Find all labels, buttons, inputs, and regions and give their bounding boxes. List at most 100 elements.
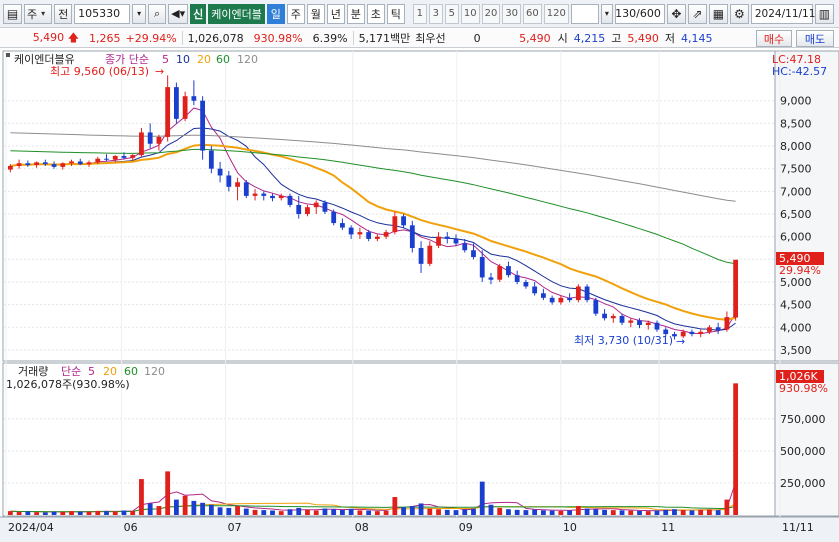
stock-chart[interactable]: 9,0008,5008,0007,5007,0006,5006,0005,500… (0, 49, 839, 542)
tool-icon[interactable]: ⇗ (687, 3, 707, 24)
interval-5[interactable]: 5 (444, 3, 459, 24)
candle-down (453, 238, 459, 244)
candle-down (208, 150, 214, 169)
custom-interval-input[interactable] (570, 3, 599, 24)
volume-bar (77, 511, 83, 515)
volume-bar (689, 510, 695, 515)
candle-down (270, 195, 275, 199)
panel-menu-icon[interactable] (6, 53, 10, 57)
volume-bar (619, 510, 625, 515)
market-select[interactable]: 주 ▾ (24, 3, 53, 24)
interval-10[interactable]: 10 (460, 3, 480, 24)
volume-bar (637, 510, 642, 515)
candle-down (523, 281, 529, 287)
volume-tag-pct: 930.98% (779, 382, 828, 395)
candle-down (418, 247, 424, 264)
candle-up (7, 165, 13, 170)
date-input[interactable]: 2024/11/11 (750, 3, 815, 24)
volume-bar (130, 511, 136, 515)
crosshair-icon[interactable]: ✥ (666, 3, 686, 24)
volume-bar (182, 495, 188, 515)
interval-60[interactable]: 60 (523, 3, 542, 24)
volume-bar (156, 506, 162, 515)
volume-bar (60, 511, 66, 515)
candle-down (401, 216, 406, 226)
grid-icon[interactable]: ▦ (708, 3, 728, 24)
period-week[interactable]: 주 (286, 3, 305, 24)
price-tick-label: 9,000 (780, 95, 812, 108)
candle-up (628, 320, 634, 323)
last-price: 5,490 (519, 31, 551, 45)
buy-button[interactable]: 매수 (756, 30, 792, 47)
candle-up (357, 232, 363, 235)
period-month[interactable]: 월 (306, 3, 325, 24)
candle-down (593, 300, 599, 314)
stock-code-input[interactable]: 105330 (74, 3, 131, 24)
volume-bar (663, 509, 669, 515)
volume-legend-ma-label: 단순 (61, 365, 81, 378)
candle-up (156, 136, 162, 144)
x-tick-label: 11/11 (782, 521, 814, 534)
interval-20[interactable]: 20 (481, 3, 501, 24)
high-value: 5,490 (627, 31, 659, 45)
period-tick[interactable]: 틱 (386, 3, 405, 24)
chart-type-icon[interactable]: ▤ (3, 3, 22, 24)
volume-bar (532, 509, 538, 515)
interval-30[interactable]: 30 (502, 3, 522, 24)
interval-120[interactable]: 120 (543, 3, 569, 24)
volume-bar (7, 511, 13, 515)
candle-down (77, 161, 83, 165)
volume-bar (235, 506, 240, 515)
price-tick-label: 5,000 (780, 276, 812, 289)
sell-button[interactable]: 매도 (796, 30, 834, 47)
period-year[interactable]: 년 (326, 3, 345, 24)
volume-bar (121, 510, 127, 515)
volume-bar (147, 503, 153, 515)
period-day[interactable]: 일 (266, 3, 285, 24)
candle-up (165, 87, 171, 137)
custom-interval-dropdown[interactable]: ▾ (600, 3, 613, 24)
volume-bar (34, 512, 39, 515)
candle-up (130, 155, 136, 158)
period-minute[interactable]: 분 (346, 3, 365, 24)
volume-bar (243, 508, 249, 515)
code-dropdown-button[interactable]: ▾ (132, 3, 147, 24)
volume-bar (112, 511, 118, 515)
volume-bar (200, 502, 206, 515)
interval-1[interactable]: 1 (412, 3, 427, 24)
low-value: 4,145 (681, 31, 713, 45)
volume-bar (173, 499, 179, 515)
candle-down (619, 315, 625, 323)
volume-bar (680, 510, 686, 515)
volume-value: 1,026,078 (187, 31, 244, 45)
candle-up (235, 182, 240, 187)
volume-bar (208, 504, 214, 515)
volume-bar (471, 508, 476, 515)
price-tick-label: 4,500 (780, 299, 812, 312)
period-second[interactable]: 초 (366, 3, 385, 24)
count-display[interactable]: 130/600 (614, 3, 665, 24)
volume-bar (270, 510, 275, 515)
volume-bar (25, 511, 31, 515)
candle-up (69, 161, 74, 164)
interval-3[interactable]: 3 (428, 3, 443, 24)
candle-down (549, 297, 555, 303)
chart-area[interactable]: 9,0008,5008,0007,5007,0006,5006,0005,500… (0, 49, 839, 542)
candle-down (471, 250, 476, 258)
candle-down (348, 227, 354, 235)
candle-up (558, 297, 564, 303)
search-button[interactable]: ⌕ (148, 3, 167, 24)
candle-down (689, 331, 695, 335)
volume-legend-name: 거래량 (18, 365, 48, 378)
candle-down (602, 313, 607, 319)
volume-bar (86, 511, 92, 515)
volume-bar (331, 509, 337, 515)
calendar-icon[interactable]: ▥ (814, 3, 834, 24)
price-tick-label: 6,000 (780, 231, 812, 244)
speaker-button[interactable]: ◀▾ (168, 3, 189, 24)
candle-up (374, 236, 380, 239)
candle-up (252, 193, 258, 196)
candle-up (95, 158, 101, 163)
type-button[interactable]: 전 (54, 3, 73, 24)
gear-icon[interactable]: ⚙ (729, 3, 749, 24)
